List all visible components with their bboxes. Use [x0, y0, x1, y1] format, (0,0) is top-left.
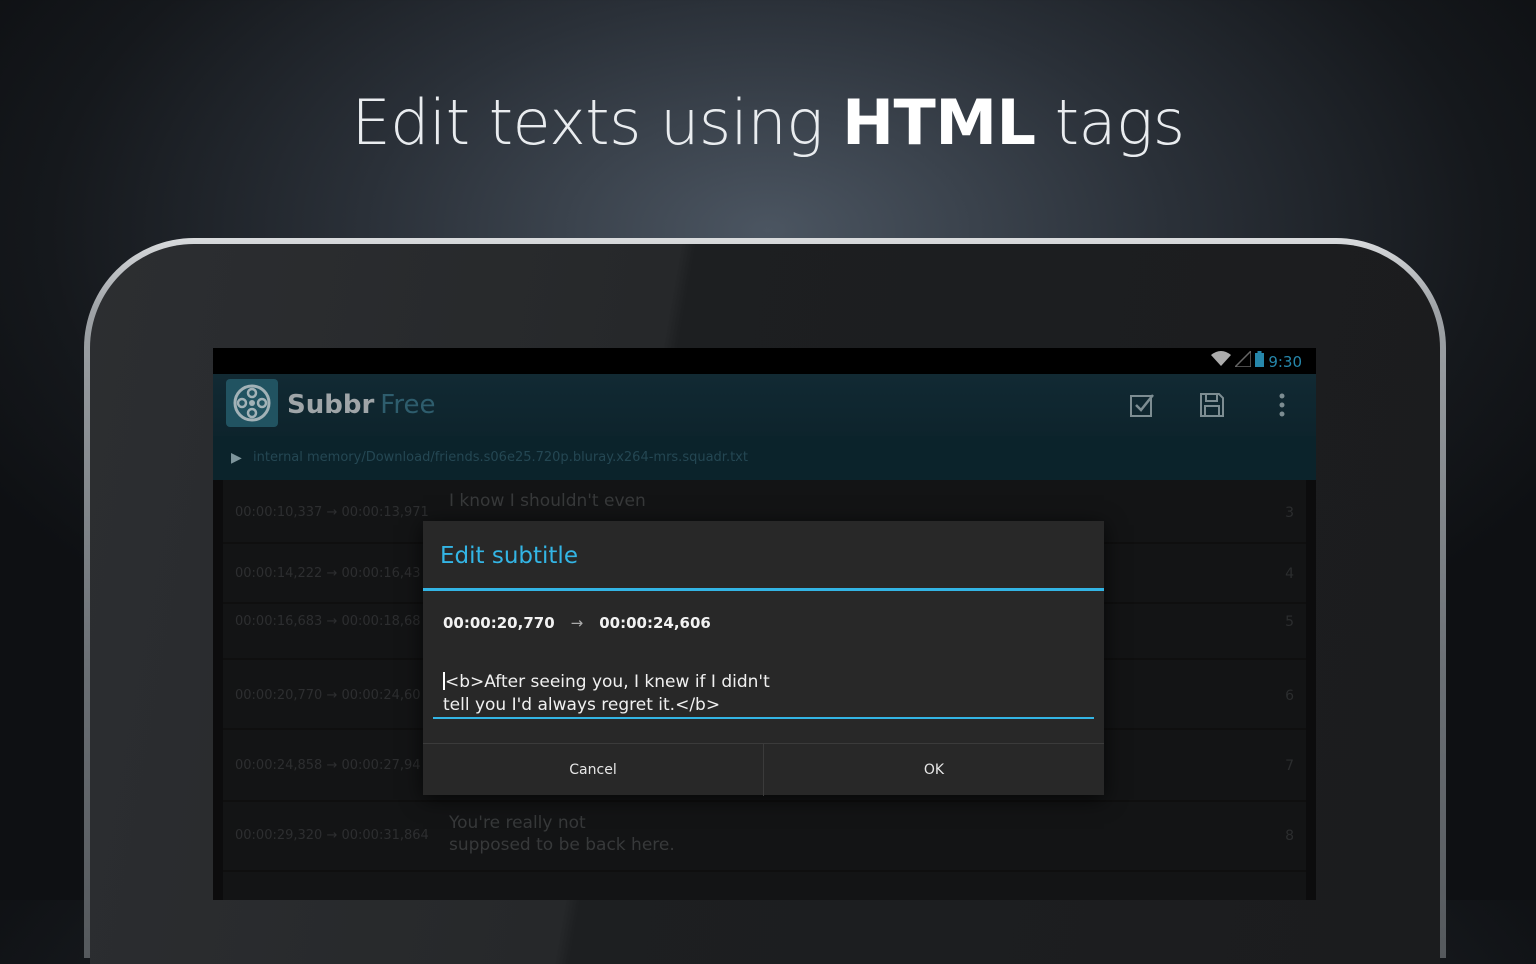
dialog-buttons: Cancel OK: [423, 743, 1104, 796]
edit-subtitle-dialog: Edit subtitle 00:00:20,770 → 00:00:24,606 …: [423, 521, 1104, 796]
headline-bold: HTML: [842, 86, 1036, 159]
dialog-title-divider: [423, 588, 1104, 591]
start-time[interactable]: 00:00:20,770: [443, 614, 555, 632]
cancel-button[interactable]: Cancel: [423, 744, 764, 796]
headline-prefix: Edit texts using: [351, 86, 823, 159]
dialog-timecodes: 00:00:20,770 → 00:00:24,606: [443, 614, 711, 632]
headline-suffix: tags: [1054, 86, 1185, 159]
dialog-title: Edit subtitle: [440, 543, 578, 569]
subtitle-text-line-1: <b>After seeing you, I knew if I didn't: [445, 672, 770, 692]
headline: Edit texts using HTML tags: [0, 86, 1536, 159]
subtitle-text-input[interactable]: <b>After seeing you, I knew if I didn't …: [443, 671, 1083, 717]
subtitle-text-line-2: tell you I'd always regret it.</b>: [443, 695, 721, 715]
input-underline: [433, 717, 1094, 719]
ok-button[interactable]: OK: [764, 744, 1104, 796]
arrow-right-icon: →: [570, 614, 584, 632]
end-time[interactable]: 00:00:24,606: [599, 614, 711, 632]
